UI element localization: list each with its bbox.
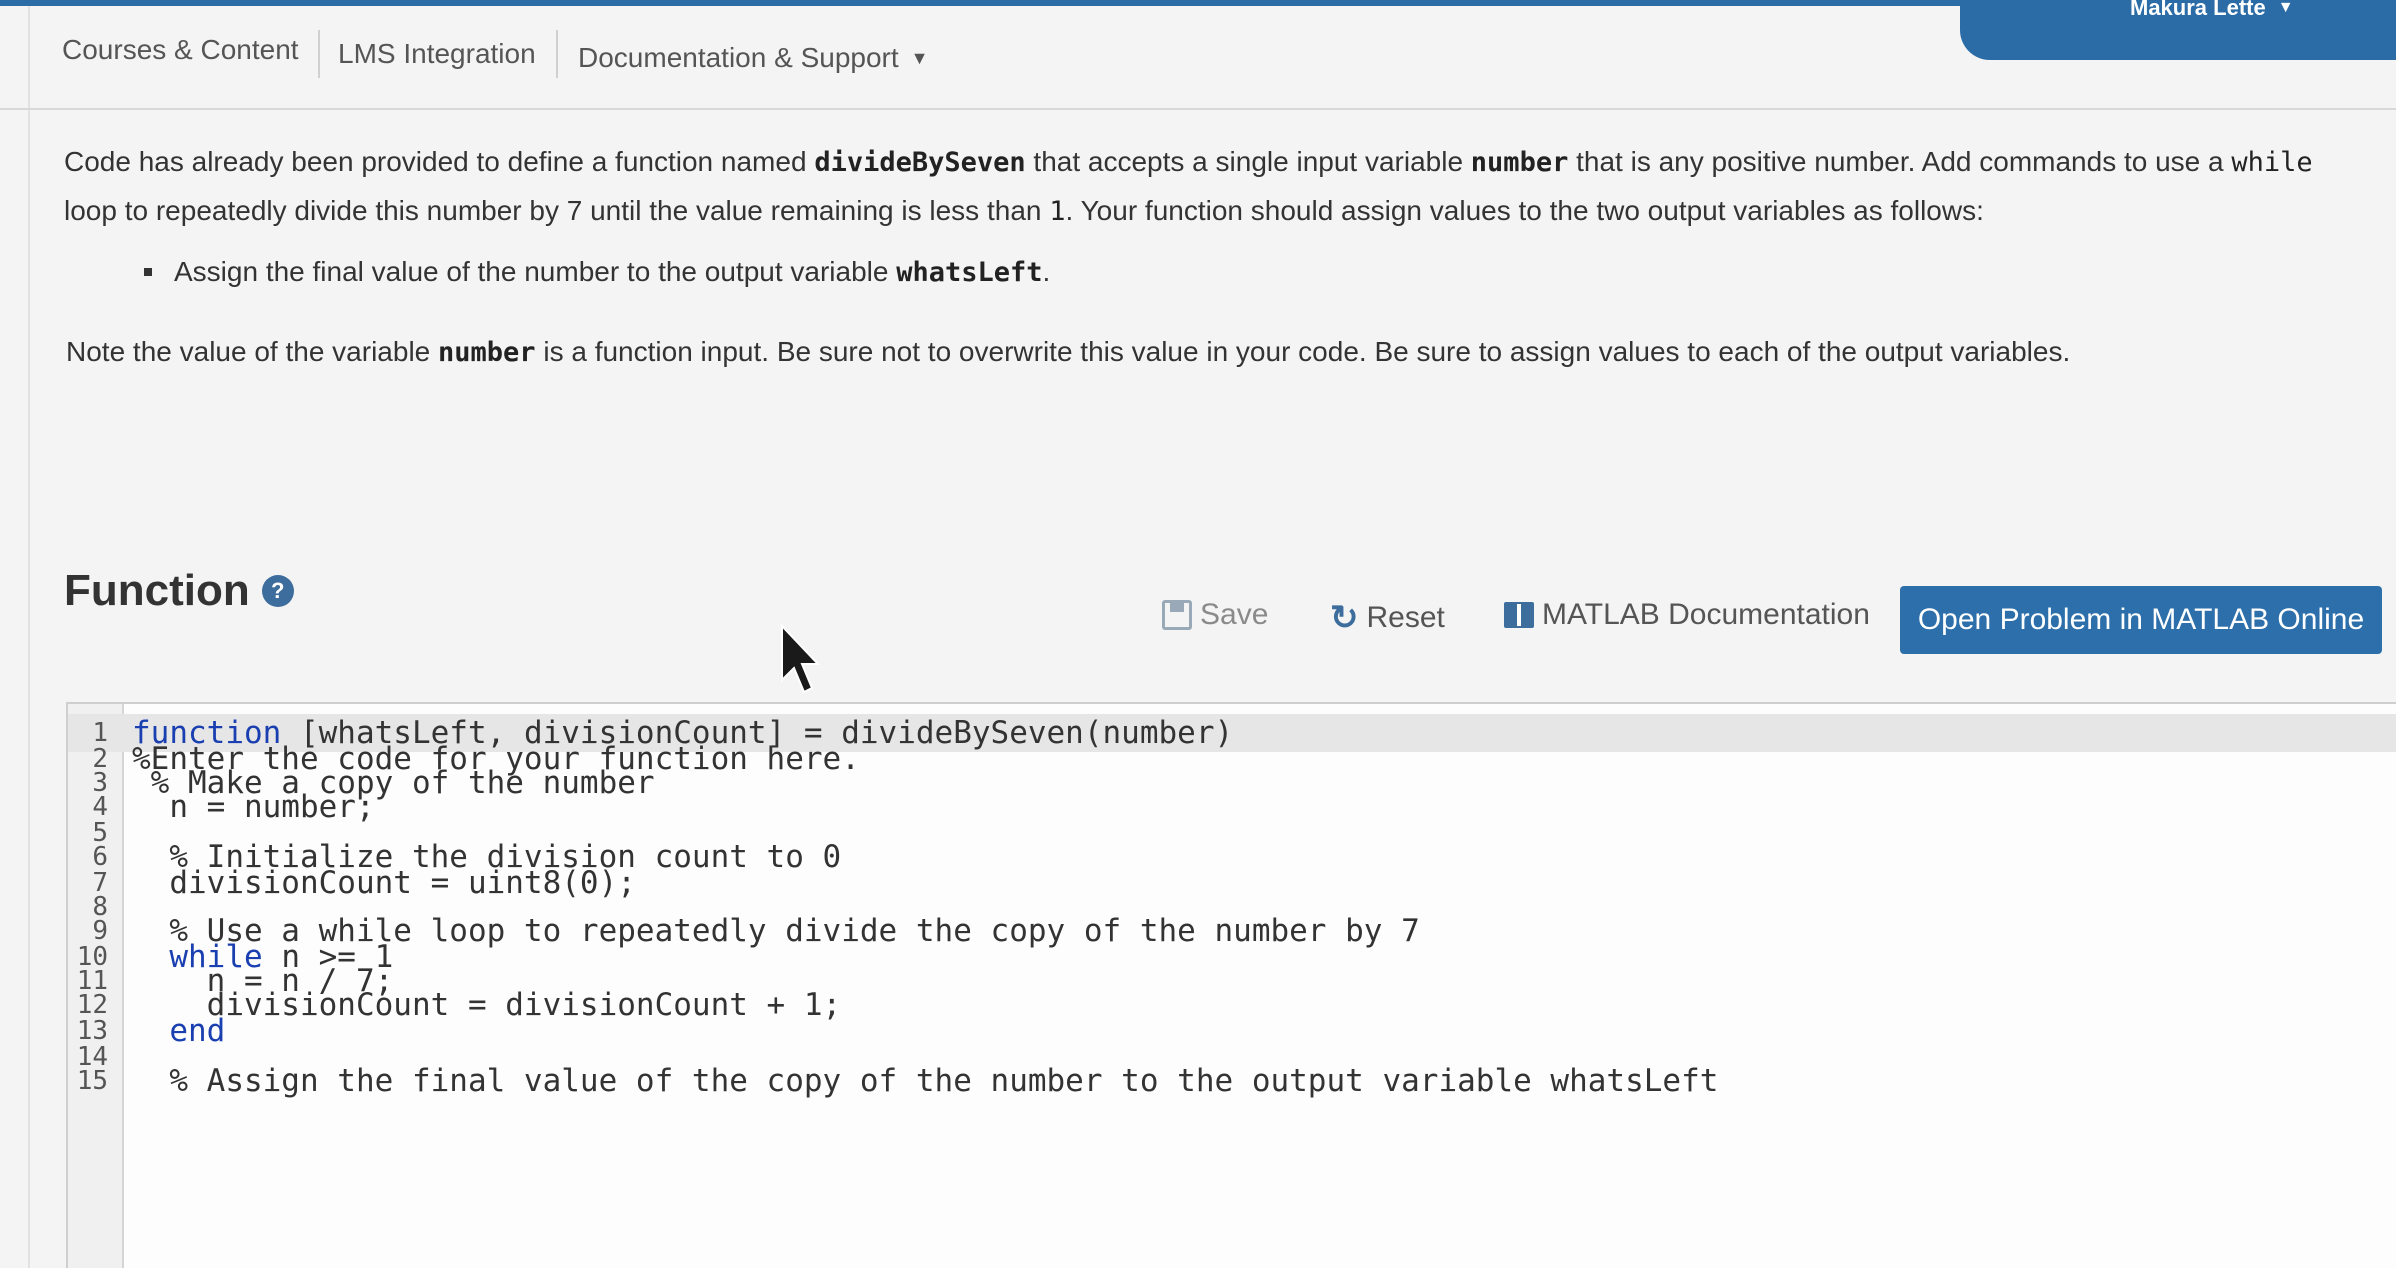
desc-text: that is any positive number. Add command… xyxy=(1568,146,2232,177)
chevron-down-icon: ▼ xyxy=(910,47,929,68)
function-title: Function xyxy=(64,566,250,615)
line-number: 15 xyxy=(76,1066,108,1096)
left-border xyxy=(0,0,30,1268)
function-name: divideBySeven xyxy=(814,147,1026,178)
docs-label: MATLAB Documentation xyxy=(1542,598,1870,631)
help-icon[interactable]: ? xyxy=(261,575,294,607)
desc-text: Code has already been provided to define… xyxy=(64,146,815,177)
code-text: % Assign the final value of the copy of … xyxy=(132,1063,1719,1099)
while-keyword: while xyxy=(2231,147,2313,178)
open-in-matlab-online-button[interactable]: Open Problem in MATLAB Online xyxy=(1900,586,2382,654)
user-name: Makura Lette xyxy=(2130,0,2266,20)
reset-icon: ↻ xyxy=(1330,599,1359,637)
cursor-icon xyxy=(781,624,821,694)
chevron-down-icon: ▼ xyxy=(2277,0,2294,16)
save-button[interactable]: Save xyxy=(1162,598,1268,632)
requirement-bullet: Assign the final value of the number to … xyxy=(144,256,1050,288)
page: Courses & Content LMS Integration Docume… xyxy=(0,0,2396,1268)
section-title: Function ? xyxy=(64,566,294,616)
input-variable: number xyxy=(1470,147,1569,178)
nav-courses-label: Courses & Content xyxy=(62,34,299,65)
nav-docs-label: Documentation & Support xyxy=(578,42,899,73)
output-variable: whatsLeft xyxy=(896,257,1043,288)
save-icon xyxy=(1162,600,1192,630)
nav-divider xyxy=(318,30,320,78)
reset-label: Reset xyxy=(1366,601,1445,634)
nav-courses-content[interactable]: Courses & Content xyxy=(62,34,299,66)
reset-button[interactable]: ↻ Reset xyxy=(1330,598,1445,638)
nav-divider xyxy=(556,30,558,78)
code-line[interactable]: 15 % Assign the final value of the copy … xyxy=(68,1062,2396,1100)
matlab-documentation-button[interactable]: MATLAB Documentation xyxy=(1504,598,1870,632)
desc-text: that accepts a single input variable xyxy=(1025,146,1471,177)
save-label: Save xyxy=(1200,598,1269,631)
input-variable: number xyxy=(438,337,536,368)
nav-lms-integration[interactable]: LMS Integration xyxy=(338,38,536,70)
desc-text: loop to repeatedly divide this number by… xyxy=(64,195,1050,226)
user-menu[interactable]: Makura Lette ▼ xyxy=(2130,0,2294,22)
note-text: Note the value of the variable number is… xyxy=(66,336,2071,368)
desc-text: . Your function should assign values to … xyxy=(1065,195,1984,226)
nav-documentation-support[interactable]: Documentation & Support ▼ xyxy=(578,42,928,74)
bullet-dot xyxy=(144,268,152,276)
problem-description: Code has already been provided to define… xyxy=(64,138,2324,236)
bullet-text: Assign the final value of the number to … xyxy=(174,256,1051,288)
threshold-value: 1 xyxy=(1049,196,1066,227)
nav-lms-label: LMS Integration xyxy=(338,38,536,69)
docs-icon xyxy=(1504,602,1534,628)
code-editor[interactable]: 1 function [whatsLeft, divisionCount] = d… xyxy=(66,702,2396,1268)
